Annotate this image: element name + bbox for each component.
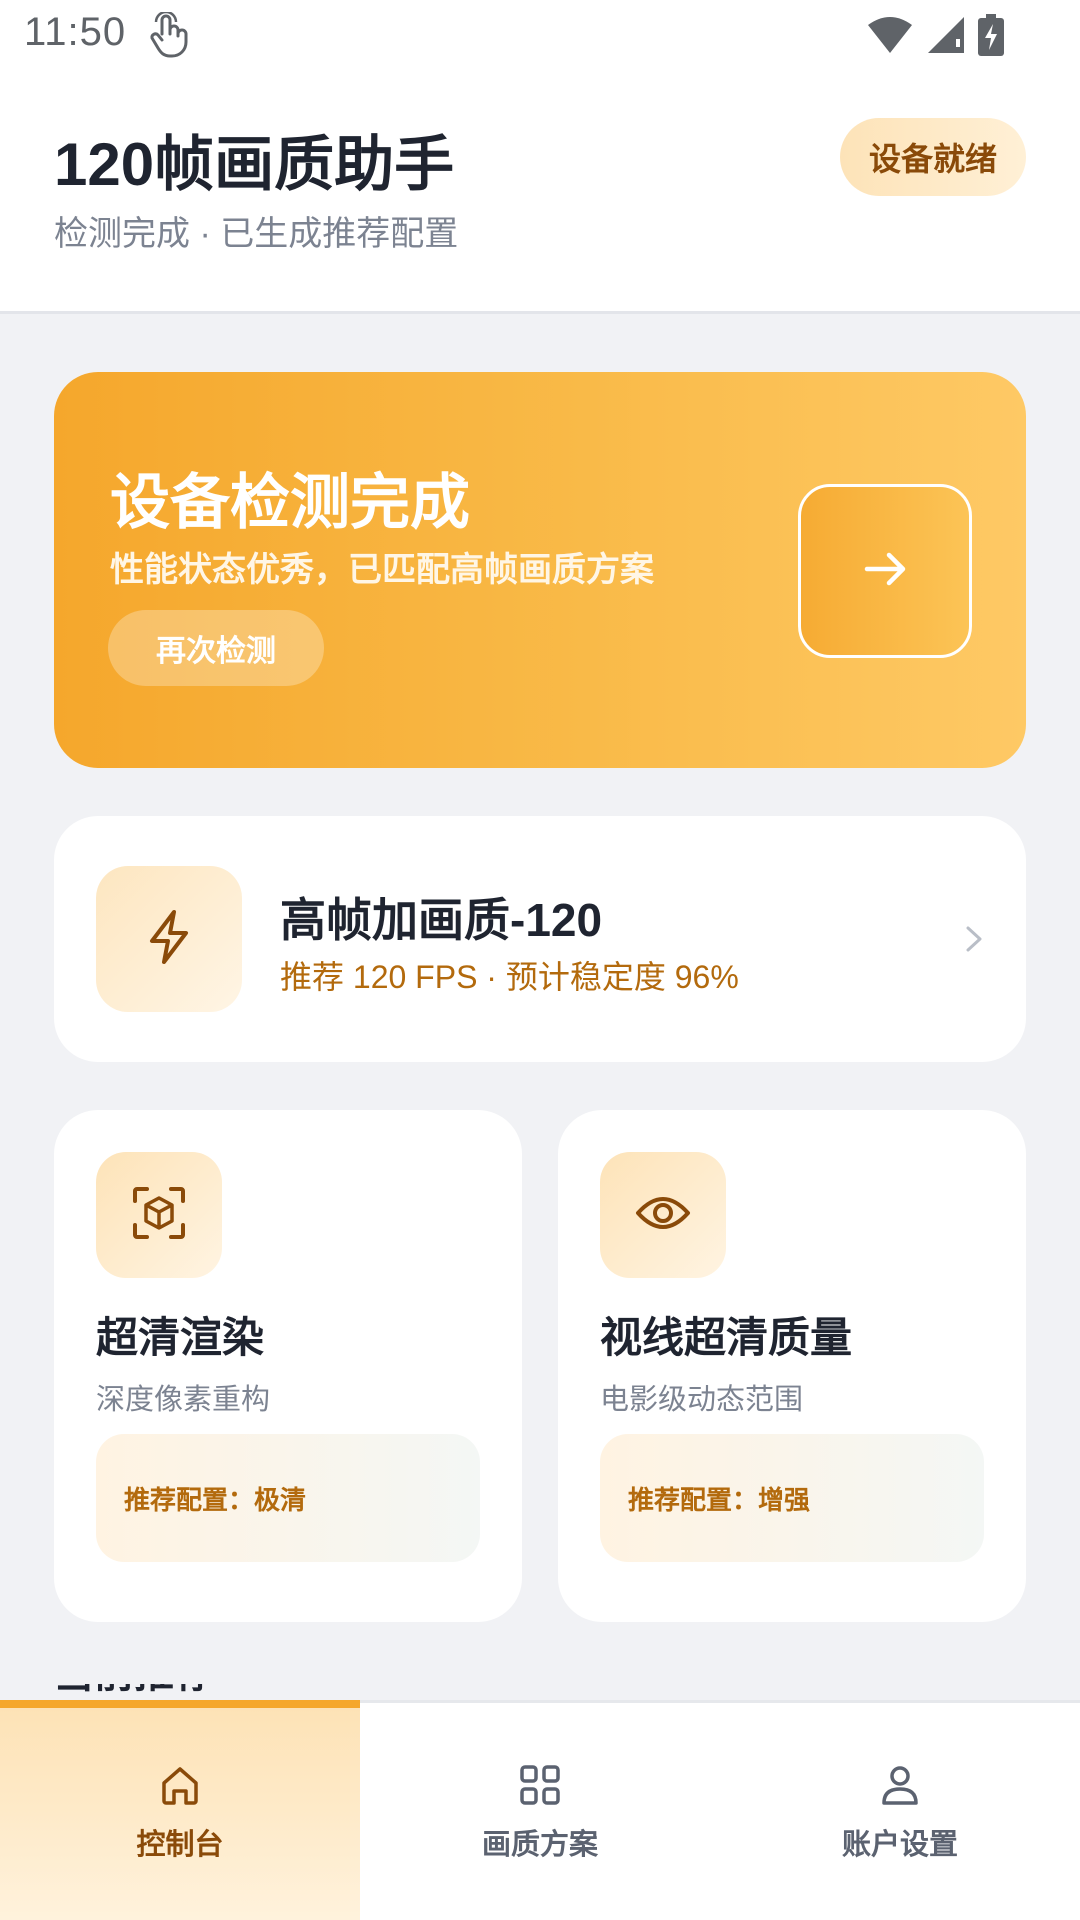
app-header: 120帧画质助手 检测完成 · 已生成推荐配置 设备就绪 (0, 76, 1080, 314)
recommended-plan-card[interactable]: 高帧加画质-120 推荐 120 FPS · 预计稳定度 96% (54, 816, 1026, 1062)
page-title: 120帧画质助手 (54, 131, 455, 198)
feature-card-ultra-render[interactable]: 超清渲染 深度像素重构 推荐配置：极清 (54, 1110, 522, 1622)
nav-label: 画质方案 (481, 1828, 598, 1861)
feature-icon-box (600, 1152, 726, 1278)
chevron-right-icon (962, 920, 986, 958)
recommended-plan-subtitle: 推荐 120 FPS · 预计稳定度 96% (280, 959, 739, 995)
recommended-plan-title: 高帧加画质-120 (280, 894, 603, 946)
detection-complete-card: 设备检测完成 性能状态优秀，已匹配高帧画质方案 再次检测 (54, 372, 1026, 768)
recheck-button[interactable]: 再次检测 (108, 610, 324, 686)
lightning-icon (146, 909, 192, 970)
battery-charging-icon (978, 14, 1004, 61)
status-bar: 11:50 (0, 0, 1080, 76)
hero-title: 设备检测完成 (110, 469, 470, 536)
page-subtitle: 检测完成 · 已生成推荐配置 (54, 215, 459, 253)
nav-tab-account-settings[interactable]: 账户设置 (720, 1703, 1080, 1920)
hero-go-button[interactable] (798, 484, 972, 658)
device-ready-badge: 设备就绪 (840, 118, 1026, 196)
signal-icon (926, 15, 966, 60)
recommended-plan-icon-box (96, 866, 242, 1012)
user-icon (876, 1761, 924, 1809)
cube-scan-icon (131, 1185, 187, 1246)
status-time: 11:50 (24, 10, 127, 54)
nav-tab-dashboard[interactable]: 控制台 (0, 1700, 360, 1920)
feature-icon-box (96, 1152, 222, 1278)
feature-card-vision-quality[interactable]: 视线超清质量 电影级动态范围 推荐配置：增强 (558, 1110, 1026, 1622)
feature-recommended-config: 推荐配置：增强 (600, 1434, 984, 1562)
home-icon (156, 1761, 204, 1809)
eye-icon (635, 1193, 691, 1238)
hero-description: 性能状态优秀，已匹配高帧画质方案 (110, 551, 654, 589)
feature-title: 视线超清质量 (600, 1314, 853, 1361)
feature-recommended-config: 推荐配置：极清 (96, 1434, 480, 1562)
grid-icon (516, 1761, 564, 1809)
status-icons (866, 14, 1004, 61)
bottom-navigation: 控制台 画质方案 账户设置 (0, 1700, 1080, 1920)
nav-label: 控制台 (136, 1828, 224, 1861)
wifi-icon (866, 15, 914, 60)
feature-title: 超清渲染 (96, 1314, 265, 1361)
touch-gesture-icon (148, 10, 192, 60)
feature-description: 电影级动态范围 (600, 1384, 804, 1416)
feature-description: 深度像素重构 (96, 1384, 271, 1416)
nav-label: 账户设置 (841, 1828, 958, 1861)
arrow-right-icon (859, 543, 911, 600)
nav-tab-quality-plans[interactable]: 画质方案 (360, 1703, 720, 1920)
